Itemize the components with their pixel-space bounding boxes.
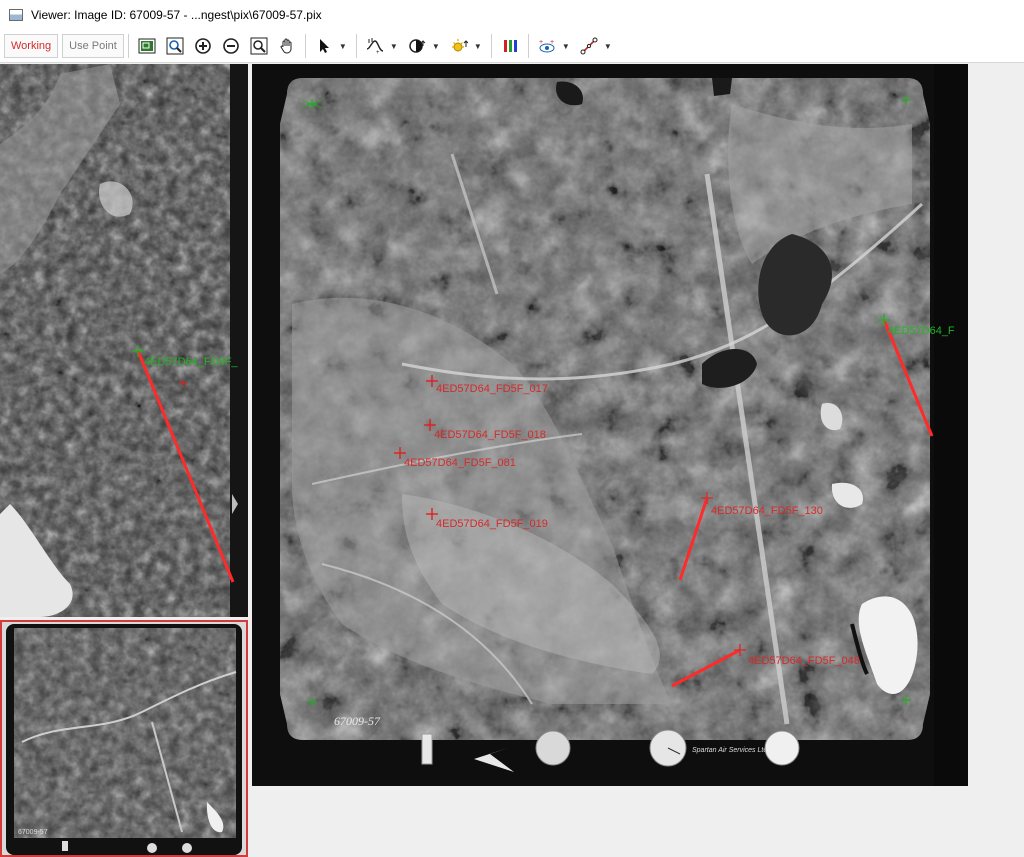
chevron-down-icon[interactable]: ▼ [389,34,399,58]
zoom-in-icon[interactable] [191,34,215,58]
svg-text:+: + [550,39,554,46]
aerial-photo-detail: 4ED57D64_FD5F_ [0,64,248,617]
window-title: Viewer: Image ID: 67009-57 - ...ngest\pi… [31,8,322,22]
toolbar-separator [127,34,129,58]
gcp-label-left: 4ED57D64_FD5F_ [144,356,238,368]
pan-hand-icon[interactable] [275,34,299,58]
overview-caption: 67009-57 [18,829,48,836]
zoom-window-icon[interactable] [163,34,187,58]
toolbar-separator [490,34,492,58]
gcp-label: 4ED57D64_F [888,325,955,337]
toolbar-separator [527,34,529,58]
rgb-bands-icon[interactable] [498,34,522,58]
histogram-icon[interactable]: + [363,34,387,58]
toolbar-separator [304,34,306,58]
main-image-viewer[interactable]: 67009-57 Spartan Air Services Ltd 4ED57D… [252,64,968,786]
chevron-down-icon[interactable]: ▼ [561,34,571,58]
company-text: Spartan Air Services Ltd [692,747,768,754]
aerial-photo-main: 67009-57 Spartan Air Services Ltd 4ED57D… [252,64,968,786]
pointer-icon[interactable] [312,34,336,58]
overview-viewer[interactable]: 67009-57 [0,620,248,857]
gcp-label: 4ED57D64_FD5F_018 [434,429,546,441]
toolbar-separator [355,34,357,58]
svg-text:+: + [376,50,380,55]
use-point-button[interactable]: Use Point [62,34,124,58]
working-button[interactable]: Working [4,34,59,58]
film-caption: 67009-57 [334,714,381,728]
gcp-label: 4ED57D64_FD5F_130 [711,505,823,517]
app-window-icon [9,9,23,21]
aerial-photo-overview: 67009-57 [2,622,246,855]
svg-text:+: + [539,39,543,46]
gcp-label: 4ED57D64_FD5F_019 [436,518,548,530]
chevron-down-icon[interactable]: ▼ [431,34,441,58]
empty-workspace [968,64,1024,857]
title-bar: Viewer: Image ID: 67009-57 - ...ngest\pi… [0,0,1024,30]
gcp-label: 4ED57D64_FD5F_017 [436,383,548,395]
overview-icon[interactable] [135,34,159,58]
gcp-label: 4ED57D64_FD5F_081 [404,457,516,469]
measure-icon[interactable] [577,34,601,58]
chevron-down-icon[interactable]: ▼ [473,34,483,58]
gcp-label: 4ED57D64_FD5F_048 [748,655,860,667]
left-detail-viewer[interactable]: 4ED57D64_FD5F_ [0,64,248,617]
contrast-icon[interactable] [405,34,429,58]
toolbar: Working Use Point ▼ + ▼ ▼ ▼ + + ▼ ▼ [0,30,1024,63]
viewer-background [252,786,968,857]
zoom-out-icon[interactable] [219,34,243,58]
chevron-down-icon[interactable]: ▼ [338,34,348,58]
view-options-icon[interactable]: + + [535,34,559,58]
zoom-fit-icon[interactable] [247,34,271,58]
brightness-icon[interactable] [447,34,471,58]
chevron-down-icon[interactable]: ▼ [603,34,613,58]
